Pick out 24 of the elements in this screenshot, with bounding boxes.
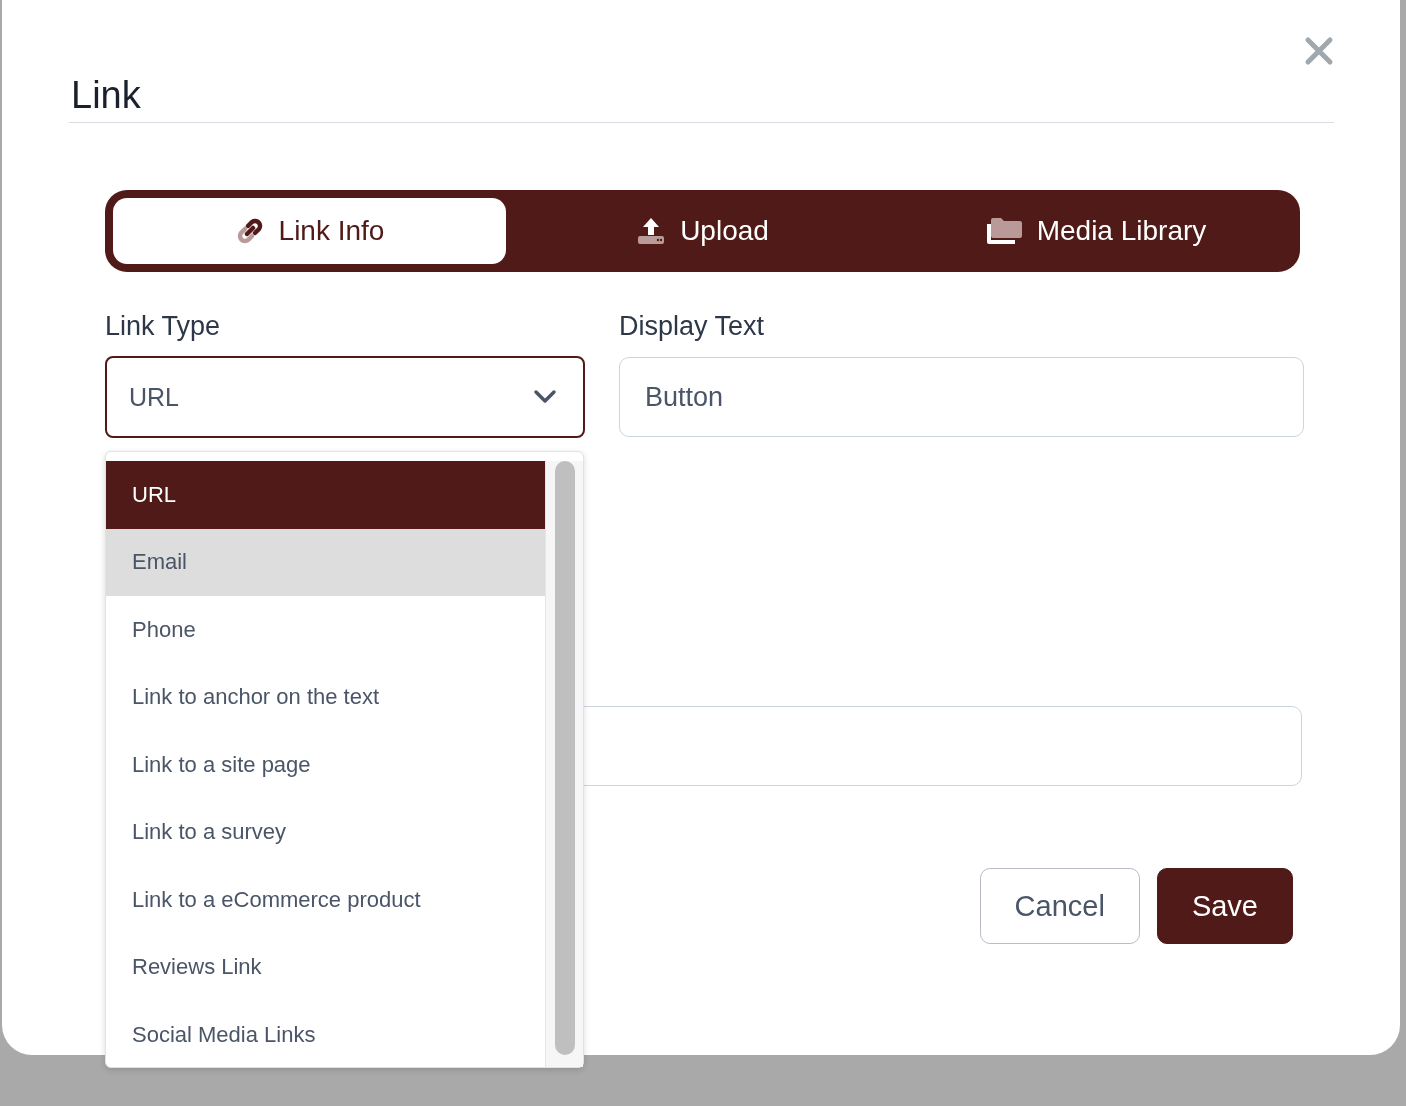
dropdown-option[interactable]: Social Media Links (106, 1001, 545, 1069)
folders-icon (984, 216, 1023, 246)
dropdown-option[interactable]: Link to anchor on the text (106, 663, 545, 731)
chevron-down-icon (533, 389, 557, 405)
field-label: Display Text (619, 310, 766, 342)
display-text-input[interactable]: Button (619, 357, 1304, 437)
dropdown-option[interactable]: Phone (106, 596, 545, 664)
tab[interactable]: Media Library (899, 198, 1292, 264)
upload-icon (636, 216, 667, 246)
dropdown-option[interactable]: Link to a survey (106, 798, 545, 866)
cancel-button[interactable]: Cancel (979, 868, 1140, 944)
dialog-title: Link (71, 73, 141, 118)
field-label: Link Type (105, 310, 222, 342)
dropdown-option[interactable]: Link to a site page (106, 731, 545, 799)
tab[interactable]: Upload (506, 198, 899, 264)
dropdown-option[interactable]: Reviews Link (106, 933, 545, 1001)
scrollbar[interactable] (546, 461, 583, 1067)
dropdown-option[interactable]: URL (106, 461, 545, 529)
dropdown-option[interactable]: Email (106, 528, 545, 596)
save-button[interactable]: Save (1156, 868, 1293, 944)
close-icon[interactable] (1304, 36, 1334, 66)
link-type-select[interactable]: URL (105, 356, 585, 438)
tab[interactable]: Link Info (113, 198, 506, 264)
dropdown-option[interactable]: Link to a eCommerce product (106, 866, 545, 934)
